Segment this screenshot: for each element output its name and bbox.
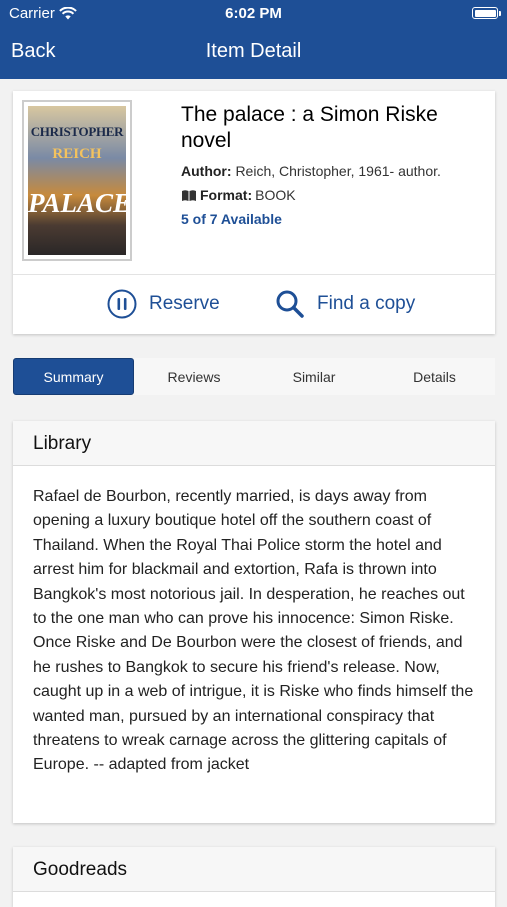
cover-author-last: REICH — [52, 146, 102, 162]
find-copy-button[interactable]: Find a copy — [275, 289, 415, 319]
pause-circle-icon — [107, 289, 137, 319]
goodreads-card: Goodreads — [13, 847, 495, 907]
cover-author-first: CHRISTOPHER — [30, 124, 124, 139]
library-summary: Rafael de Bourbon, recently married, is … — [33, 488, 474, 774]
book-title: The palace : a Simon Riske novel — [181, 103, 438, 152]
nav-bar: Carrier 6:02 PM Back Item Detail — [0, 0, 507, 79]
format-value: BOOK — [255, 187, 296, 203]
availability-status: 5 of 7 Available — [181, 211, 282, 227]
reserve-button[interactable]: Reserve — [107, 289, 220, 319]
author-row: Author: Reich, Christopher, 1961- author… — [181, 163, 441, 179]
author-label: Author: — [181, 163, 232, 179]
tab-details[interactable]: Details — [374, 358, 495, 395]
library-heading: Library — [13, 421, 495, 466]
page-title: Item Detail — [205, 40, 302, 62]
tab-bar: Summary Reviews Similar Details — [13, 358, 495, 395]
search-icon — [276, 290, 304, 318]
library-card: Library Rafael de Bourbon, recently marr… — [13, 421, 495, 823]
author-value: Reich, Christopher, 1961- author. — [235, 163, 441, 179]
book-icon — [182, 189, 196, 201]
tab-summary[interactable]: Summary — [13, 358, 134, 395]
book-cover[interactable]: CHRISTOPHER REICH PALACE — [22, 100, 132, 261]
cover-title: PALACE — [28, 188, 126, 218]
find-copy-label: Find a copy — [317, 293, 416, 314]
goodreads-heading: Goodreads — [13, 847, 495, 892]
status-time: 6:02 PM — [225, 5, 282, 22]
reserve-label: Reserve — [149, 293, 220, 314]
tab-similar[interactable]: Similar — [254, 358, 374, 395]
format-row: Format: BOOK — [181, 187, 296, 203]
battery-icon — [472, 7, 501, 19]
format-label: Format: — [200, 187, 253, 203]
status-bar: Carrier 6:02 PM — [0, 0, 507, 28]
item-card: CHRISTOPHER REICH PALACE The palace : a … — [13, 91, 495, 334]
divider — [13, 274, 495, 275]
tab-reviews[interactable]: Reviews — [134, 358, 254, 395]
